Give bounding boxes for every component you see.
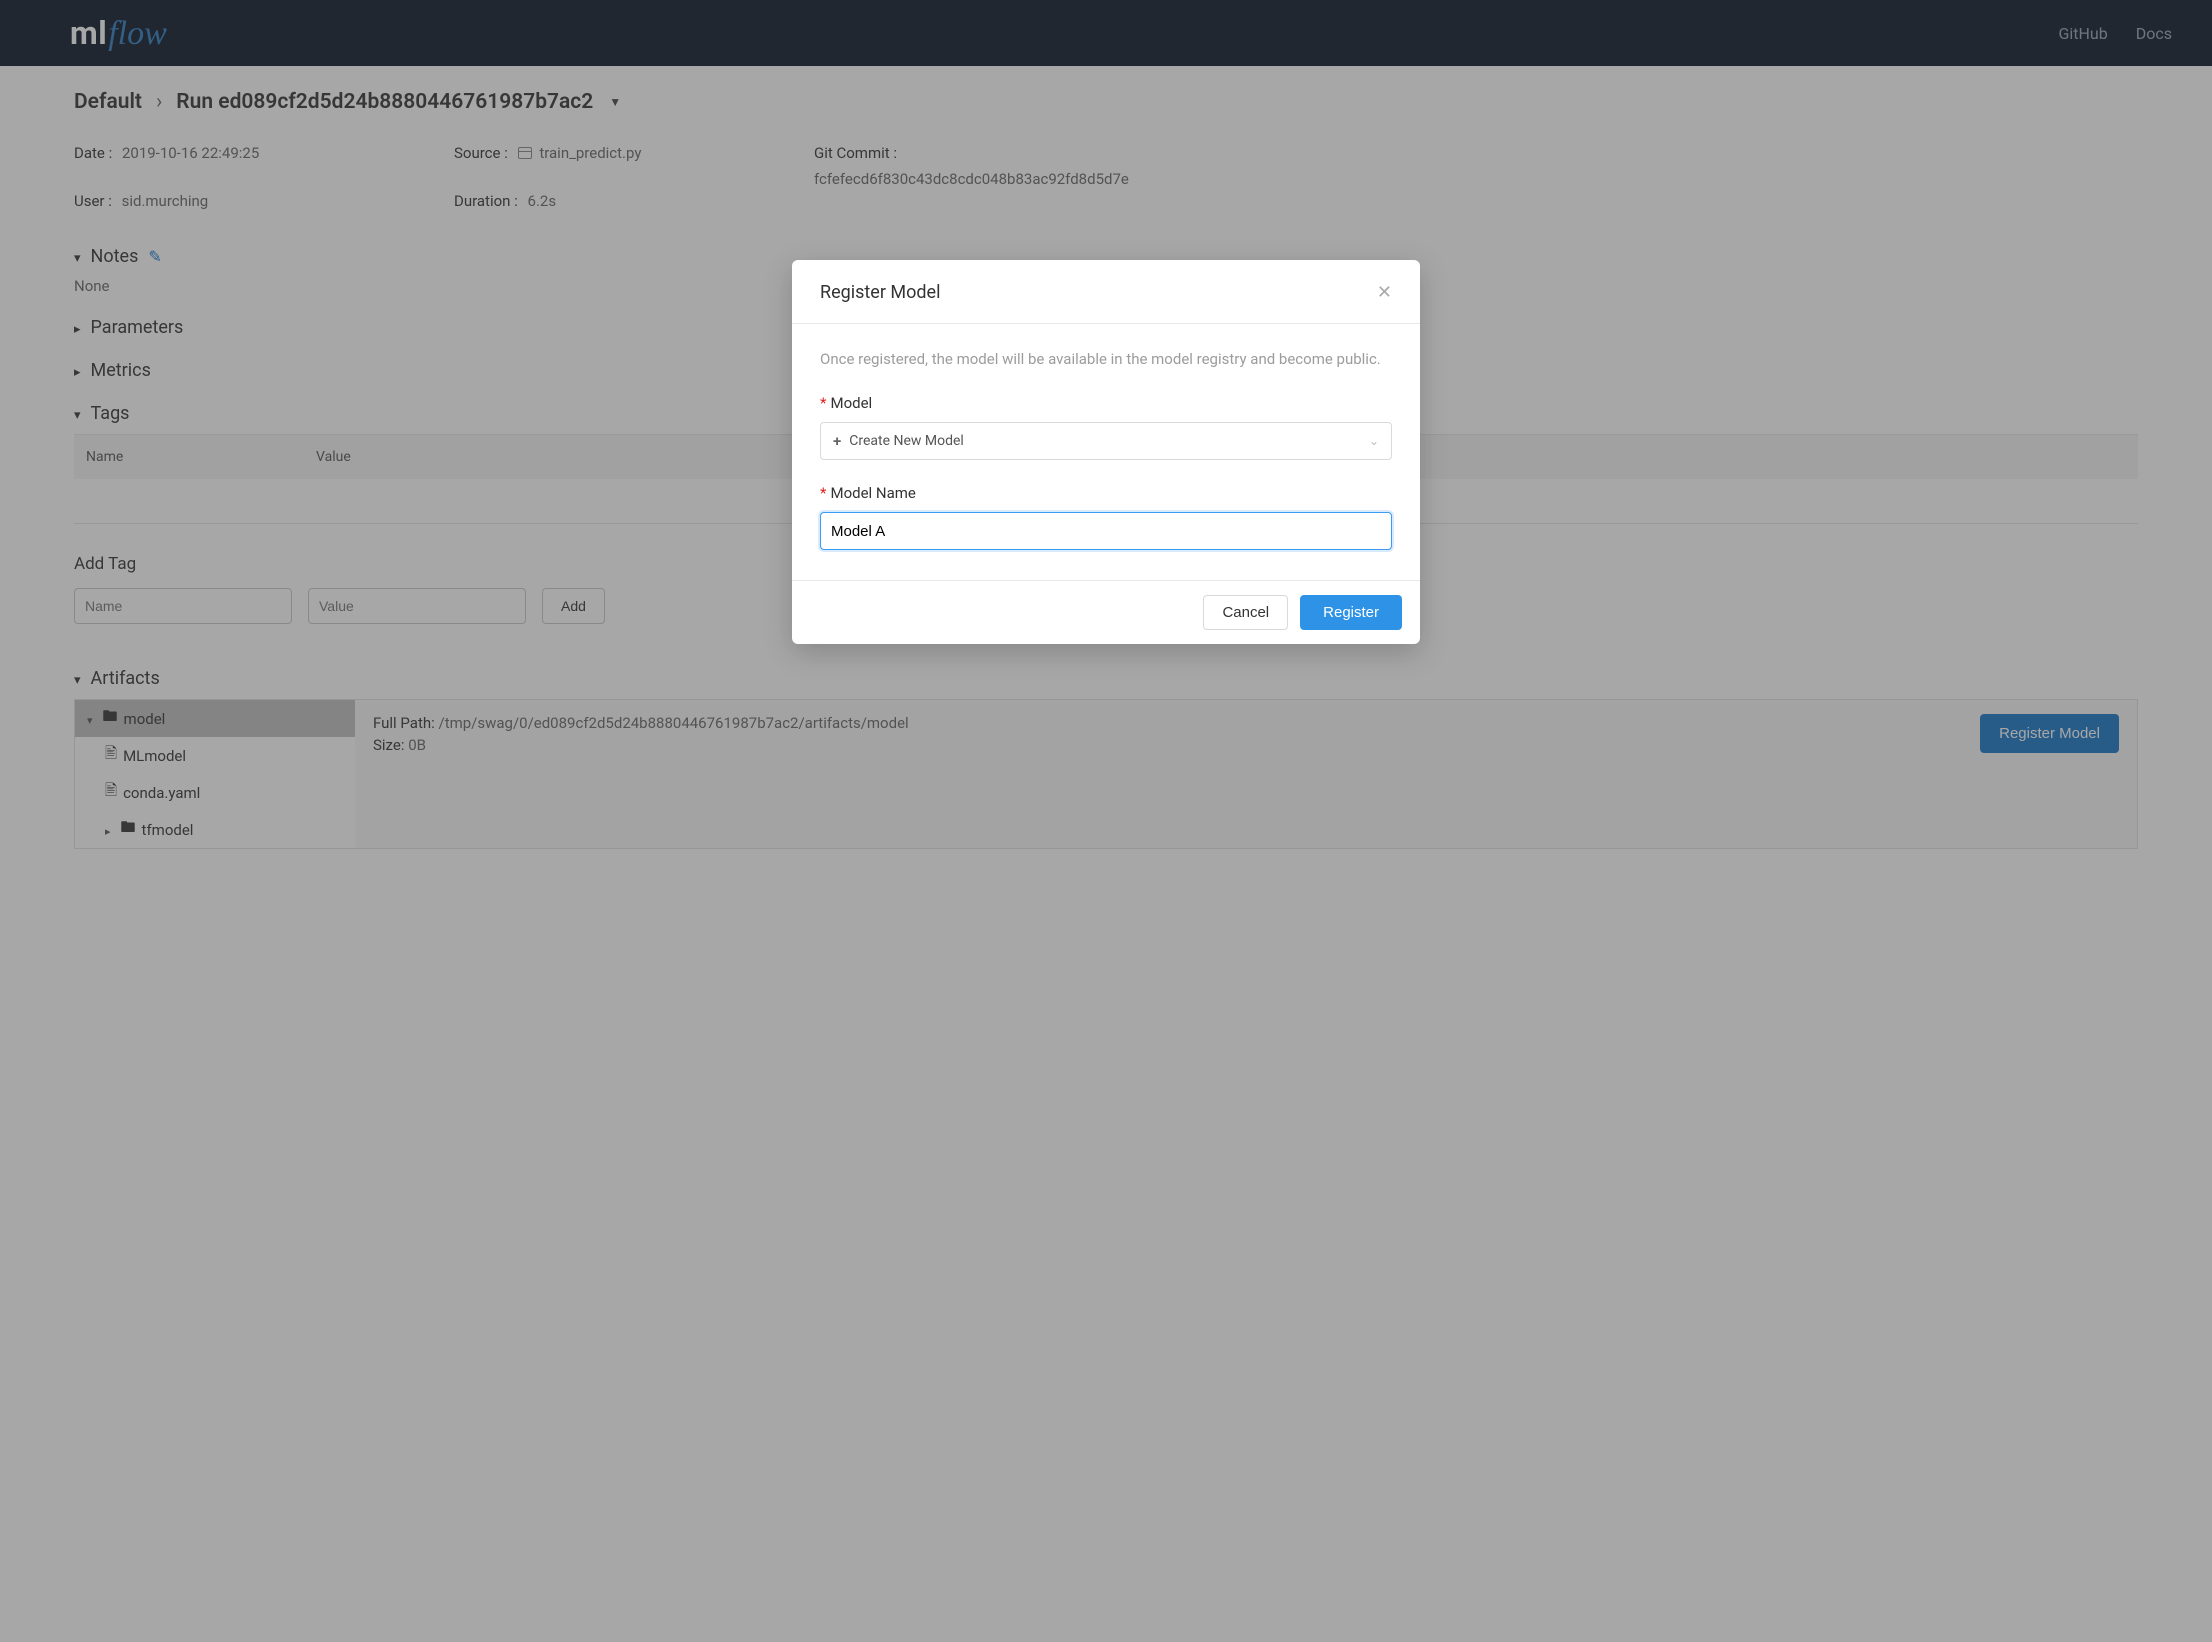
plus-icon: + [833,432,841,450]
modal-body: Once registered, the model will be avail… [792,324,1420,580]
required-indicator: * [820,484,826,502]
modal-overlay[interactable]: Register Model ✕ Once registered, the mo… [0,0,2212,1642]
modal-footer: Cancel Register [792,580,1420,644]
modal-description: Once registered, the model will be avail… [820,350,1392,368]
register-button[interactable]: Register [1300,595,1402,630]
model-select[interactable]: + Create New Model ⌄ [820,422,1392,460]
chevron-down-icon: ⌄ [1369,434,1379,448]
model-select-value: Create New Model [849,433,964,449]
modal-header: Register Model ✕ [792,260,1420,324]
model-name-label: *Model Name [820,484,1392,502]
modal-title: Register Model [820,282,940,303]
model-field-label: *Model [820,394,1392,412]
required-indicator: * [820,394,826,412]
cancel-button[interactable]: Cancel [1203,595,1288,630]
close-icon[interactable]: ✕ [1377,282,1392,303]
register-model-dialog: Register Model ✕ Once registered, the mo… [792,260,1420,644]
model-name-input[interactable] [820,512,1392,550]
